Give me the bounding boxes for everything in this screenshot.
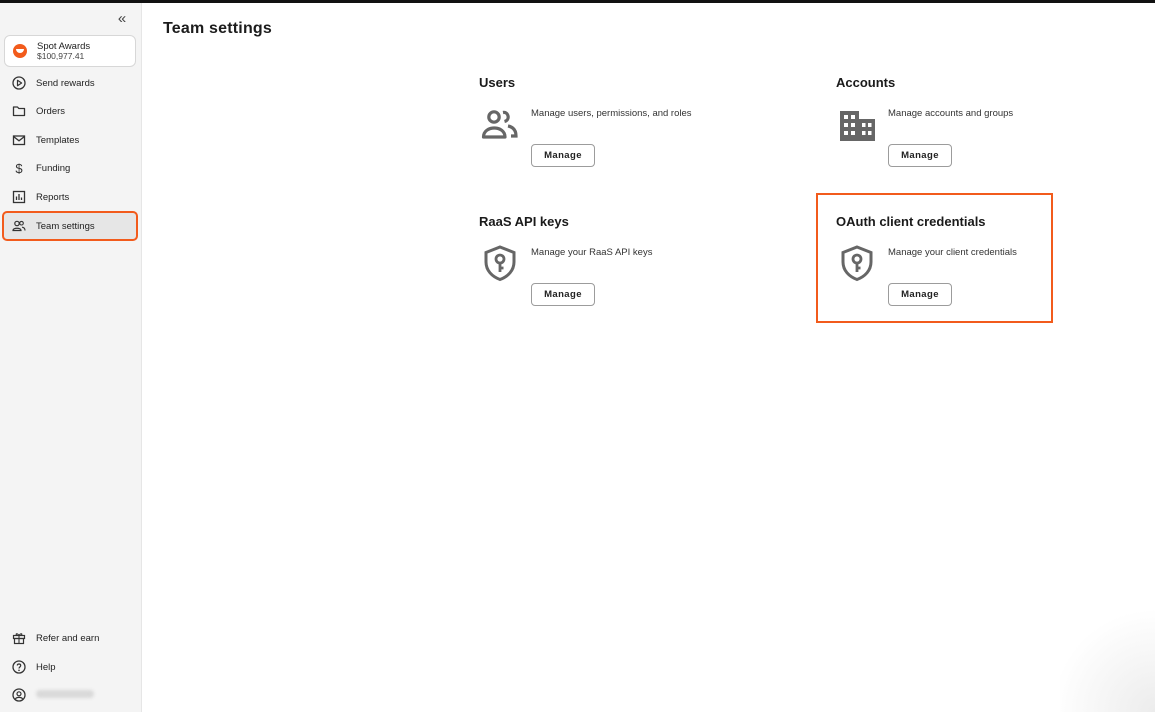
sidebar-item-reports[interactable]: Reports <box>4 184 136 210</box>
sidebar-item-label: Reports <box>36 191 70 203</box>
sidebar-item-help[interactable]: Help <box>4 654 136 680</box>
sidebar: « Spot Awards $100,977.41 Send rewards O… <box>0 3 142 712</box>
card-description: Manage your client credentials <box>888 247 1017 258</box>
account-logo-icon <box>13 44 27 58</box>
sidebar-item-funding[interactable]: $ Funding <box>4 155 136 181</box>
card-description: Manage users, permissions, and roles <box>531 108 692 119</box>
card-title: OAuth client credentials <box>836 214 986 229</box>
card-description: Manage your RaaS API keys <box>531 247 653 258</box>
help-icon <box>11 659 27 675</box>
sidebar-item-label: Refer and earn <box>36 632 100 644</box>
building-icon <box>838 105 876 143</box>
sidebar-item-profile[interactable] <box>4 682 136 708</box>
sidebar-item-label: Funding <box>36 162 71 174</box>
folder-icon <box>11 103 27 119</box>
profile-name-redacted <box>36 689 94 701</box>
sidebar-item-send-rewards[interactable]: Send rewards <box>4 70 136 96</box>
card-title: RaaS API keys <box>479 214 569 229</box>
top-border <box>0 0 1155 3</box>
card-description: Manage accounts and groups <box>888 108 1014 119</box>
sidebar-item-label: Templates <box>36 134 80 146</box>
sidebar-item-orders[interactable]: Orders <box>4 98 136 124</box>
dollar-icon: $ <box>15 160 23 176</box>
users-card: Users Manage users, permissions, and rol… <box>479 75 759 175</box>
gift-icon <box>11 630 27 646</box>
sidebar-item-templates[interactable]: Templates <box>4 127 136 153</box>
sidebar-item-refer-and-earn[interactable]: Refer and earn <box>4 625 136 651</box>
sidebar-item-label: Help <box>36 661 56 673</box>
play-circle-icon <box>11 75 27 91</box>
users-icon <box>481 105 519 143</box>
account-balance: $100,977.41 <box>37 51 85 61</box>
account-switcher[interactable]: Spot Awards $100,977.41 <box>4 35 136 67</box>
sidebar-item-team-settings[interactable]: Team settings <box>2 211 138 241</box>
manage-oauth-credentials-button[interactable]: Manage <box>888 283 952 306</box>
team-icon <box>11 218 27 234</box>
card-title: Accounts <box>836 75 896 90</box>
accounts-card: Accounts Manage accounts and groups Mana… <box>836 75 1066 175</box>
sidebar-item-label: Orders <box>36 105 66 117</box>
card-title: Users <box>479 75 516 90</box>
raas-api-keys-card: RaaS API keys Manage your RaaS API keys … <box>479 214 759 314</box>
collapse-sidebar-icon[interactable]: « <box>114 11 130 27</box>
chart-icon <box>11 189 27 205</box>
oauth-client-credentials-card: OAuth client credentials Manage your cli… <box>836 214 1046 314</box>
envelope-icon <box>11 132 27 148</box>
manage-users-button[interactable]: Manage <box>531 144 595 167</box>
manage-raas-api-keys-button[interactable]: Manage <box>531 283 595 306</box>
sidebar-item-label: Send rewards <box>36 77 95 89</box>
user-icon <box>11 687 27 703</box>
manage-accounts-button[interactable]: Manage <box>888 144 952 167</box>
page-title: Team settings <box>163 20 272 37</box>
sidebar-item-label: Team settings <box>36 220 95 232</box>
shield-key-icon <box>838 244 876 282</box>
shield-key-icon <box>481 244 519 282</box>
corner-shadow <box>1060 600 1155 712</box>
